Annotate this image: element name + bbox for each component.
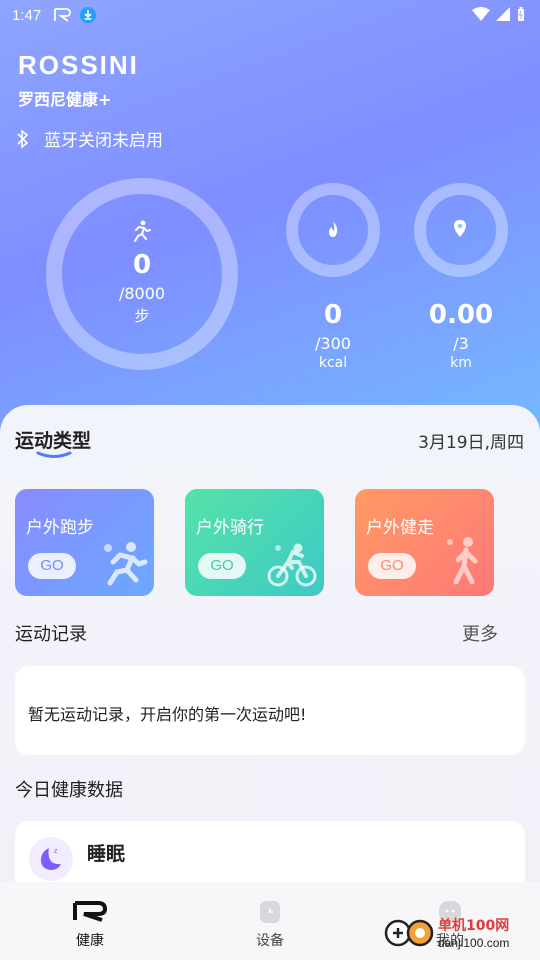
status-bar: 1:47 [0, 0, 540, 32]
current-date: 3月19日,周四 [418, 433, 524, 453]
location-pin-icon [454, 220, 466, 237]
brand-logo: ROSSINI [18, 50, 139, 80]
battery-icon [518, 7, 524, 21]
brand-subtitle: 罗西尼健康+ [18, 90, 112, 109]
site-watermark: 单机100网 danji100.com [384, 917, 509, 950]
nav-item-health[interactable]: 健康 [0, 882, 180, 960]
distance-value: 0.00 [428, 300, 494, 330]
cell-signal-icon [496, 7, 510, 21]
card-label: 户外跑步 [26, 518, 94, 538]
running-person-icon [134, 220, 151, 242]
steps-metric: 0 /8000 步 [92, 250, 192, 326]
outdoor-walk-card[interactable]: 户外健走 GO [355, 489, 494, 596]
distance-goal: /3 [453, 334, 469, 353]
svg-text:z: z [54, 848, 58, 855]
health-data-title: 今日健康数据 [15, 780, 123, 801]
steps-unit: 步 [134, 307, 150, 325]
moon-icon: z [29, 837, 73, 881]
go-button[interactable]: GO [368, 553, 416, 579]
wifi-icon [472, 7, 490, 21]
bluetooth-icon [17, 128, 29, 149]
sleep-title: 睡眠 [87, 843, 126, 865]
bluetooth-status-text: 蓝牙关闭未启用 [44, 131, 163, 151]
exercise-records-title: 运动记录 [15, 624, 87, 645]
health-tab-icon [73, 901, 108, 922]
watermark-text: 单机100网 [438, 917, 509, 934]
records-empty-card: 暂无运动记录，开启你的第一次运动吧! [15, 666, 525, 755]
nav-label: 设备 [256, 933, 284, 949]
calories-metric: 0 /300 kcal [293, 300, 373, 371]
steps-value: 0 [132, 250, 152, 280]
outdoor-run-card[interactable]: 户外跑步 GO [15, 489, 154, 596]
records-empty-text: 暂无运动记录，开启你的第一次运动吧! [28, 705, 307, 724]
status-time: 1:47 [12, 7, 42, 24]
steps-goal: /8000 [118, 284, 166, 303]
flame-icon [329, 221, 338, 237]
calories-unit: kcal [318, 355, 348, 371]
nav-label: 健康 [76, 933, 104, 949]
go-button[interactable]: GO [28, 553, 76, 579]
card-label: 户外骑行 [196, 518, 264, 538]
go-button[interactable]: GO [198, 553, 246, 579]
exercise-type-title: 运动类型 [15, 430, 92, 452]
rossini-status-icon [54, 8, 71, 22]
watch-icon [260, 901, 280, 923]
download-icon [80, 7, 96, 23]
walker-icon [447, 537, 478, 585]
distance-unit: km [450, 355, 472, 371]
calories-value: 0 [323, 300, 343, 330]
card-label: 户外健走 [366, 518, 434, 538]
distance-metric: 0.00 /3 km [421, 300, 501, 371]
title-underline [36, 451, 72, 458]
cyclist-icon [267, 543, 317, 587]
bluetooth-status[interactable]: 蓝牙关闭未启用 [16, 126, 163, 151]
calories-goal: /300 [315, 334, 351, 353]
more-link[interactable]: 更多 [462, 620, 498, 646]
nav-item-device[interactable]: 设备 [180, 882, 360, 960]
brand: ROSSINI 罗西尼健康+ [18, 52, 139, 110]
runner-icon [104, 542, 148, 586]
watermark-url: danji100.com [438, 936, 509, 950]
outdoor-cycling-card[interactable]: 户外骑行 GO [185, 489, 324, 596]
